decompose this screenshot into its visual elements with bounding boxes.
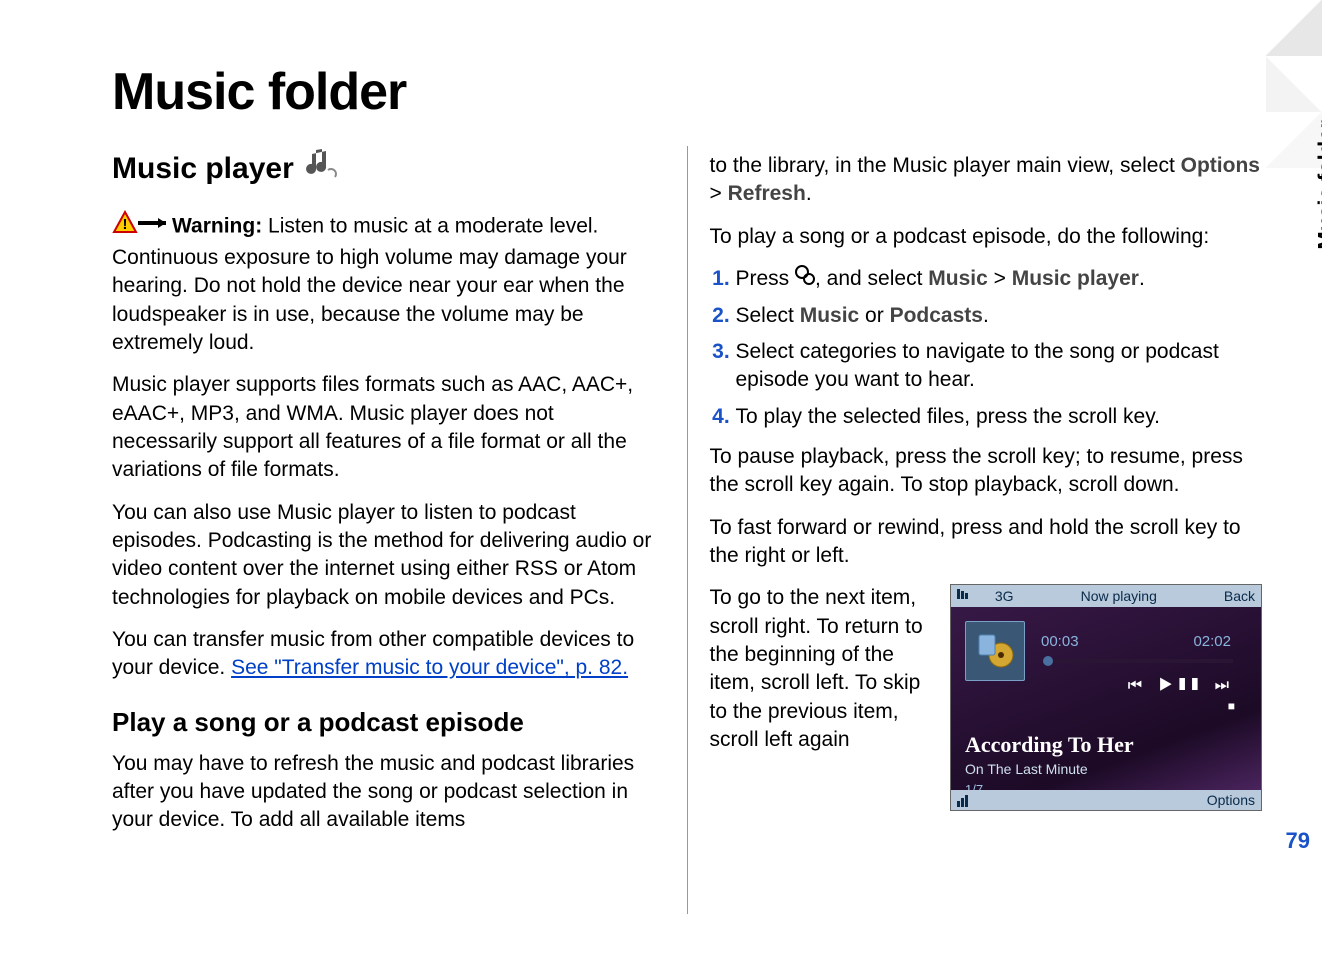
side-tab: Music folder 79	[1266, 0, 1322, 954]
step1-gt: >	[988, 267, 1012, 290]
step2-podcasts: Podcasts	[890, 304, 983, 327]
step1-musicplayer: Music player	[1012, 267, 1139, 290]
gt-sep: >	[710, 182, 728, 205]
phone-topbar: 3G Now playing Back	[951, 585, 1261, 607]
progress-bar	[1041, 659, 1233, 663]
phone-bottombar: Options	[951, 790, 1261, 810]
warning-paragraph: ! Warning: Listen to music at a moderate…	[112, 210, 665, 358]
step-3: Select categories to navigate to the son…	[736, 338, 1263, 395]
now-playing-screenshot: 3G Now playing Back 00:03 02:02	[950, 584, 1262, 811]
step1-pre: Press	[736, 267, 796, 290]
side-tab-label: Music folder	[1314, 120, 1322, 250]
step2-or: or	[859, 304, 889, 327]
step2-end: .	[983, 304, 989, 327]
phone-back: Back	[1224, 587, 1255, 606]
step1-music: Music	[928, 267, 988, 290]
phone-options: Options	[1207, 791, 1255, 810]
refresh-line: to the library, in the Music player main…	[710, 152, 1263, 209]
step2-pre: Select	[736, 304, 800, 327]
home-key-icon	[795, 265, 815, 293]
pause-paragraph: To pause playback, press the scroll key;…	[710, 443, 1263, 500]
play-pause-icon: ▶❚❚	[1159, 677, 1205, 694]
music-player-heading: Music player	[112, 146, 665, 192]
song-artist: On The Last Minute	[951, 760, 1261, 779]
period: .	[806, 182, 812, 205]
formats-paragraph: Music player supports files formats such…	[112, 371, 665, 484]
step-4: To play the selected files, press the sc…	[736, 403, 1263, 431]
phone-3g: 3G	[995, 588, 1014, 604]
time-elapsed: 00:03	[1041, 632, 1079, 652]
album-art-icon	[965, 621, 1025, 681]
step-1: Press , and select Music > Music player.	[736, 265, 1263, 294]
options-term: Options	[1181, 154, 1260, 177]
time-total: 02:02	[1193, 632, 1231, 652]
battery-icon	[957, 793, 975, 807]
podcast-paragraph: You can also use Music player to listen …	[112, 499, 665, 612]
svg-text:!: !	[123, 216, 128, 233]
refresh-intro: You may have to refresh the music and po…	[112, 750, 665, 835]
phone-title: Now playing	[1081, 587, 1157, 606]
next-icon: ⏭	[1215, 677, 1235, 694]
refresh-term: Refresh	[728, 182, 806, 205]
steps-list: Press , and select Music > Music player.…	[710, 265, 1263, 431]
todo-line: To play a song or a podcast episode, do …	[710, 223, 1263, 251]
stop-icon: ■	[951, 696, 1235, 714]
page-number: 79	[1286, 828, 1310, 854]
step-2: Select Music or Podcasts.	[736, 302, 1263, 330]
step1-end: .	[1139, 267, 1145, 290]
transfer-paragraph: You can transfer music from other compat…	[112, 626, 665, 683]
refresh-pre: to the library, in the Music player main…	[710, 154, 1181, 177]
music-player-heading-text: Music player	[112, 149, 294, 190]
transfer-music-link[interactable]: See "Transfer music to your device", p. …	[231, 656, 628, 679]
step1-posta: , and select	[815, 267, 928, 290]
play-episode-heading: Play a song or a podcast episode	[112, 705, 665, 740]
warning-icon: !	[112, 210, 168, 244]
phone-signal: 3G	[957, 587, 1014, 606]
music-note-icon	[304, 146, 338, 192]
page-title: Music folder	[112, 62, 1262, 122]
right-column: to the library, in the Music player main…	[688, 146, 1263, 914]
ff-paragraph: To fast forward or rewind, press and hol…	[710, 514, 1263, 571]
song-title: According To Her	[951, 716, 1261, 760]
prev-icon: ⏮	[1128, 677, 1148, 694]
left-column: Music player ! Warning: List	[112, 146, 688, 914]
warning-label: Warning:	[172, 214, 262, 237]
step2-music: Music	[800, 304, 860, 327]
